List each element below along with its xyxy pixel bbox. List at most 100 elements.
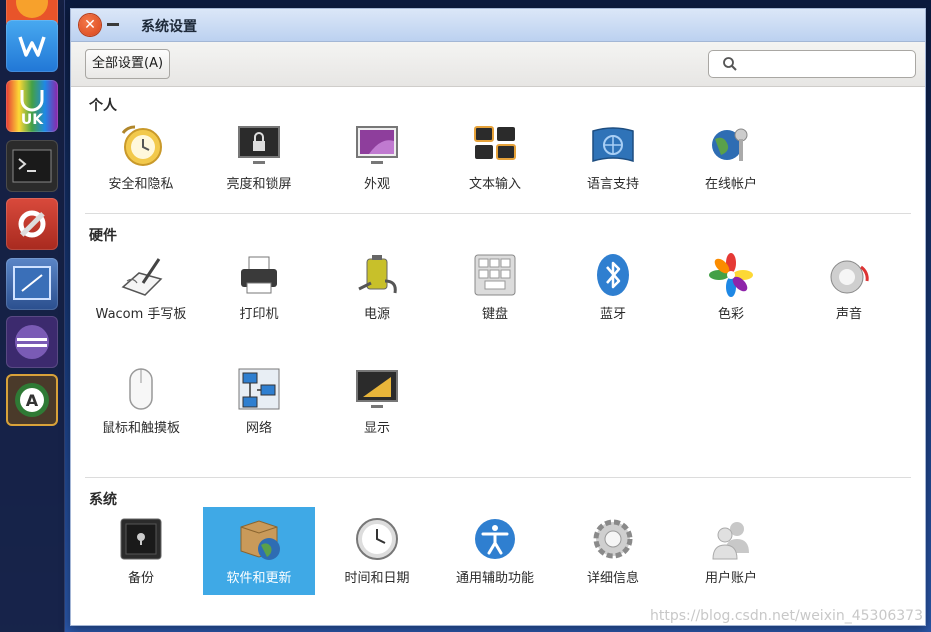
item-label: 外观	[363, 177, 390, 192]
search-icon	[723, 57, 737, 71]
item-label: 显示	[363, 421, 390, 436]
item-label: 亮度和锁屏	[226, 177, 292, 192]
universal-access-icon	[475, 519, 515, 559]
item-bluetooth[interactable]: 蓝牙	[557, 247, 669, 335]
item-label: 声音	[835, 307, 862, 322]
item-network[interactable]: 网络	[203, 361, 315, 449]
item-label: 文本输入	[468, 177, 521, 192]
section-title-personal: 个人	[89, 98, 117, 114]
watermark: https://blog.csdn.net/weixin_45306373	[649, 608, 923, 624]
item-sound[interactable]: 声音	[793, 247, 905, 335]
display-icon	[356, 370, 398, 408]
keyboard-icon	[474, 254, 516, 296]
item-label: 电源	[363, 307, 390, 322]
toolbar: 全部设置(A)	[71, 42, 925, 87]
item-label: 时间和日期	[344, 571, 410, 586]
terminal-icon	[12, 149, 52, 183]
minimize-button[interactable]	[107, 23, 119, 26]
launcher-eclipse[interactable]	[6, 316, 58, 368]
item-label: 蓝牙	[599, 307, 626, 322]
title-bar: ✕ 系统设置	[71, 9, 925, 42]
item-universal-access[interactable]: 通用辅助功能	[439, 511, 551, 599]
brightness-lock-icon	[238, 126, 280, 164]
launcher-remote-desktop[interactable]	[6, 258, 58, 310]
mouse-icon	[129, 368, 153, 410]
window-title: 系统设置	[141, 19, 197, 35]
launcher-wps[interactable]	[6, 20, 58, 72]
item-appearance[interactable]: 外观	[321, 117, 433, 205]
item-color[interactable]: 色彩	[675, 247, 787, 335]
item-label: 键盘	[481, 307, 508, 322]
system-settings-icon	[18, 210, 46, 238]
svg-text:A: A	[26, 391, 39, 410]
item-label: 通用辅助功能	[455, 571, 534, 586]
power-icon	[358, 255, 397, 294]
item-software-updates[interactable]: 软件和更新	[203, 507, 315, 595]
launcher-system-settings[interactable]	[6, 198, 58, 250]
item-text-entry[interactable]: 文本输入	[439, 117, 551, 205]
item-online-accounts[interactable]: 在线帐户	[675, 117, 787, 205]
settings-window: ✕ 系统设置 全部设置(A) 个人 安全和隐私 亮度和锁屏 外观 文本输入 语言…	[70, 8, 926, 626]
item-details[interactable]: 详细信息	[557, 511, 669, 599]
item-label: 鼠标和触摸板	[101, 421, 180, 436]
close-icon: ✕	[84, 17, 96, 33]
item-brightness-lock[interactable]: 亮度和锁屏	[203, 117, 315, 205]
text-entry-icon	[474, 126, 516, 160]
appearance-icon	[356, 126, 398, 164]
item-label: 语言支持	[586, 177, 639, 192]
item-label: 软件和更新	[226, 571, 292, 586]
color-icon	[709, 253, 753, 297]
item-mouse-touchpad[interactable]: 鼠标和触摸板	[85, 361, 197, 449]
bluetooth-icon	[597, 254, 629, 296]
item-label: 打印机	[239, 307, 279, 322]
item-keyboard[interactable]: 键盘	[439, 247, 551, 335]
search-box[interactable]	[708, 50, 916, 78]
item-label: 在线帐户	[704, 177, 757, 192]
sound-icon	[830, 260, 869, 294]
item-user-accounts[interactable]: 用户账户	[675, 511, 787, 599]
language-support-icon	[592, 127, 634, 163]
item-security-privacy[interactable]: 安全和隐私	[85, 117, 197, 205]
item-label: 安全和隐私	[108, 177, 174, 192]
item-label: 网络	[245, 421, 272, 436]
item-label: Wacom 手写板	[95, 307, 187, 322]
item-power[interactable]: 电源	[321, 247, 433, 335]
printer-icon	[241, 256, 277, 294]
firefox-icon	[16, 0, 48, 18]
section-title-system: 系统	[89, 492, 117, 508]
item-label: 用户账户	[704, 571, 757, 586]
section-title-hardware: 硬件	[89, 228, 117, 244]
software-updater-icon: A	[15, 383, 49, 417]
launcher-software-updater[interactable]: A	[6, 374, 58, 426]
item-wacom-tablet[interactable]: Wacom 手写板	[85, 247, 197, 355]
software-updates-icon	[240, 520, 280, 560]
network-icon	[238, 368, 280, 410]
security-privacy-icon	[121, 125, 162, 166]
launcher-ubuntu-kylin[interactable]: UK	[6, 80, 58, 132]
user-accounts-icon	[712, 522, 749, 560]
item-label: 备份	[127, 571, 154, 586]
wps-icon	[18, 36, 46, 57]
all-settings-button[interactable]: 全部设置(A)	[85, 49, 171, 79]
search-input[interactable]	[743, 54, 911, 76]
launcher: UK A	[0, 0, 65, 632]
settings-panel: 个人 安全和隐私 亮度和锁屏 外观 文本输入 语言支持 在线帐户 硬件 Waco…	[71, 87, 925, 625]
item-time-date[interactable]: 时间和日期	[321, 511, 433, 599]
svg-text:UK: UK	[21, 112, 44, 128]
item-displays[interactable]: 显示	[321, 361, 433, 449]
item-language-support[interactable]: 语言支持	[557, 117, 669, 205]
section-divider	[85, 213, 911, 214]
item-label: 详细信息	[586, 571, 639, 586]
ubuntu-kylin-icon: UK	[20, 90, 44, 128]
eclipse-icon	[15, 325, 49, 359]
item-backups[interactable]: 备份	[85, 511, 197, 599]
remote-desktop-icon	[13, 266, 51, 300]
online-accounts-icon	[712, 128, 748, 161]
close-button[interactable]: ✕	[79, 14, 101, 36]
clock-icon	[356, 518, 398, 560]
launcher-terminal[interactable]	[6, 140, 58, 192]
item-printers[interactable]: 打印机	[203, 247, 315, 335]
backup-safe-icon	[120, 518, 162, 560]
section-divider	[85, 477, 911, 478]
wacom-tablet-icon	[121, 258, 163, 296]
